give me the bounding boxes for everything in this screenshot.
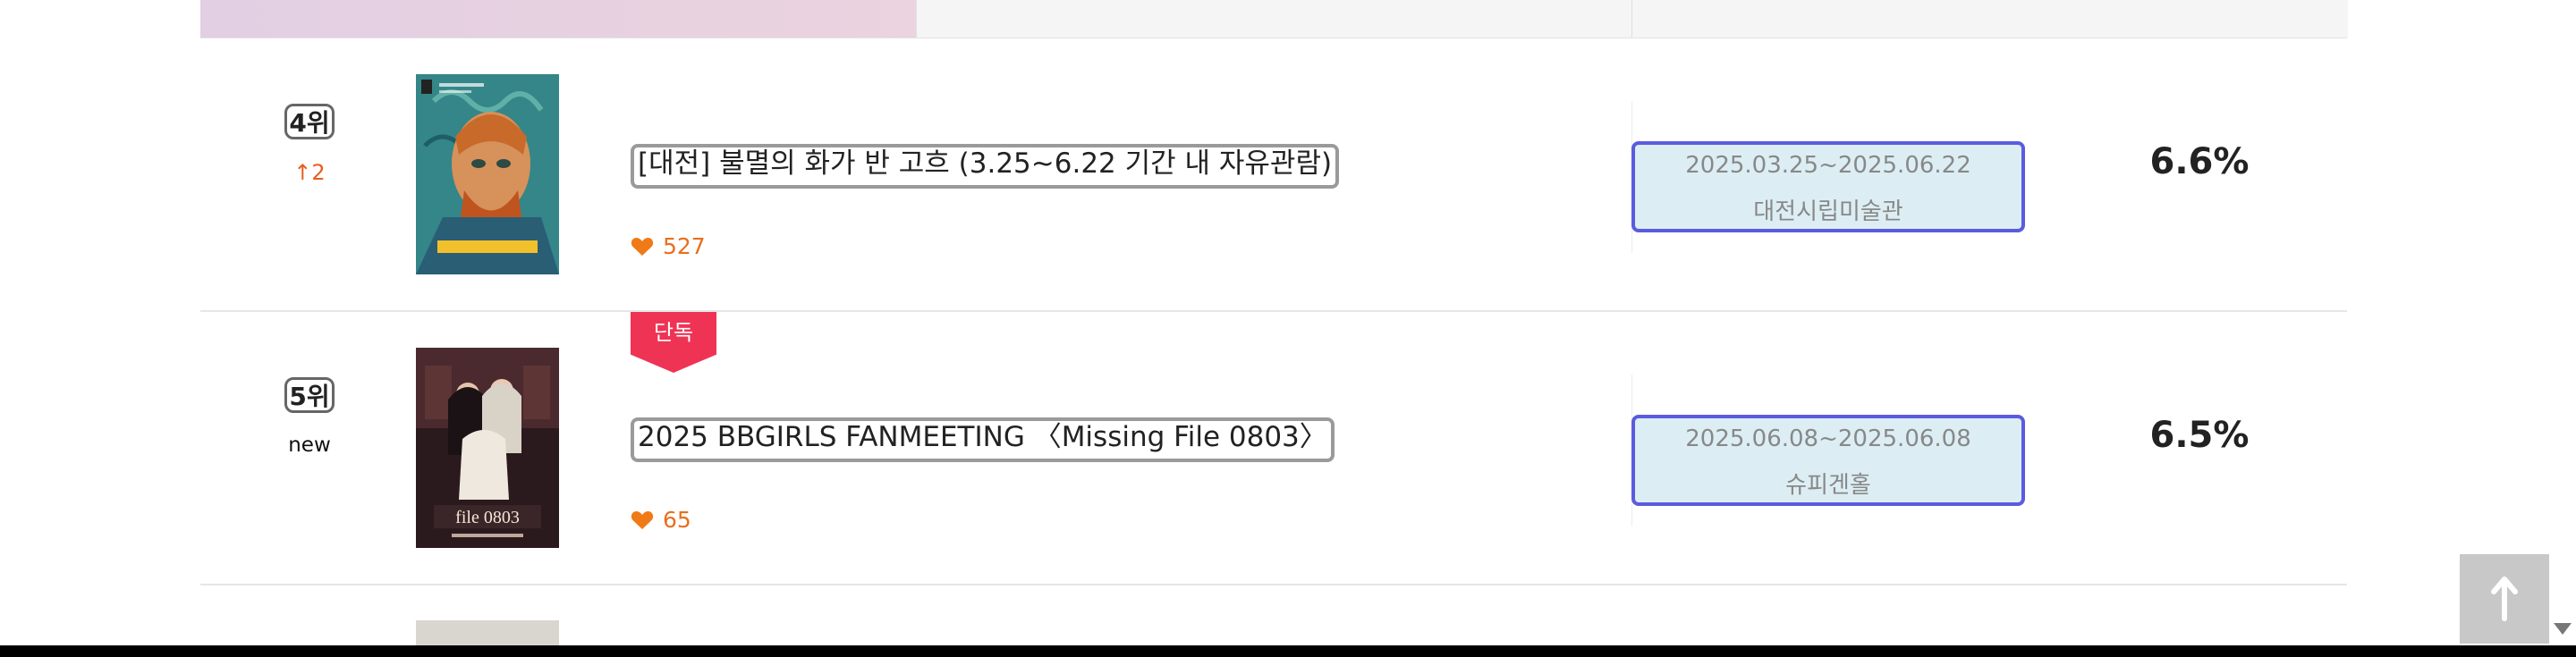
rank-change: ↑2 xyxy=(293,160,326,185)
venue-name: 슈피겐홀 xyxy=(1785,472,1871,499)
schedule-venue-box: 2025.03.25~2025.06.22 대전시립미술관 xyxy=(1631,141,2025,232)
likes-value: 527 xyxy=(663,233,706,259)
heart-icon xyxy=(631,510,654,529)
scrollbar-down-arrow[interactable] xyxy=(2554,623,2572,635)
rank-badge: 5위 xyxy=(284,377,335,413)
rank-badge: 4위 xyxy=(284,104,335,139)
svg-text:file 0803: file 0803 xyxy=(455,508,520,527)
exclusive-badge: 단독 xyxy=(631,312,716,373)
venue-name: 대전시립미술관 xyxy=(1753,198,1903,225)
poster-image[interactable] xyxy=(416,74,559,274)
header-cell-3 xyxy=(1631,0,2348,38)
performance-title-link[interactable]: 2025 BBGIRLS FANMEETING 〈Missing File 08… xyxy=(631,417,1335,462)
date-range: 2025.03.25~2025.06.22 xyxy=(1685,152,1971,179)
poster-image[interactable] xyxy=(416,620,559,645)
booking-share: 6.6% xyxy=(2149,141,2250,182)
rank-change: new xyxy=(288,434,331,457)
date-range: 2025.06.08~2025.06.08 xyxy=(1685,425,1971,452)
likes-count[interactable]: 65 xyxy=(631,507,691,533)
ranking-table-header xyxy=(200,0,2348,38)
row-divider xyxy=(200,584,2347,585)
ranking-row: 4위 ↑2 [대전] 불멸의 화가 반 고흐 (3.25~6.22 기간 내 자… xyxy=(200,38,2347,311)
performance-title-link[interactable]: [대전] 불멸의 화가 반 고흐 (3.25~6.22 기간 내 자유관람) xyxy=(631,144,1340,189)
ranking-row: 단독 5위 new file 0803 2025 BBGIRLS FANMEET… xyxy=(200,312,2347,585)
bbgirls-fanmeeting-poster-icon: file 0803 xyxy=(416,348,559,548)
header-cell-1 xyxy=(200,0,916,38)
booking-share: 6.5% xyxy=(2149,415,2250,456)
poster-image[interactable]: file 0803 xyxy=(416,348,559,548)
arrow-up-icon xyxy=(2491,577,2518,621)
heart-icon xyxy=(631,237,654,256)
screen-bottom-edge xyxy=(0,645,2576,657)
van-gogh-portrait-poster-icon xyxy=(416,74,559,274)
scroll-to-top-button[interactable] xyxy=(2460,554,2549,644)
likes-count[interactable]: 527 xyxy=(631,233,706,259)
likes-value: 65 xyxy=(663,507,691,533)
schedule-venue-box: 2025.06.08~2025.06.08 슈피겐홀 xyxy=(1631,415,2025,506)
header-cell-2 xyxy=(916,0,1632,38)
